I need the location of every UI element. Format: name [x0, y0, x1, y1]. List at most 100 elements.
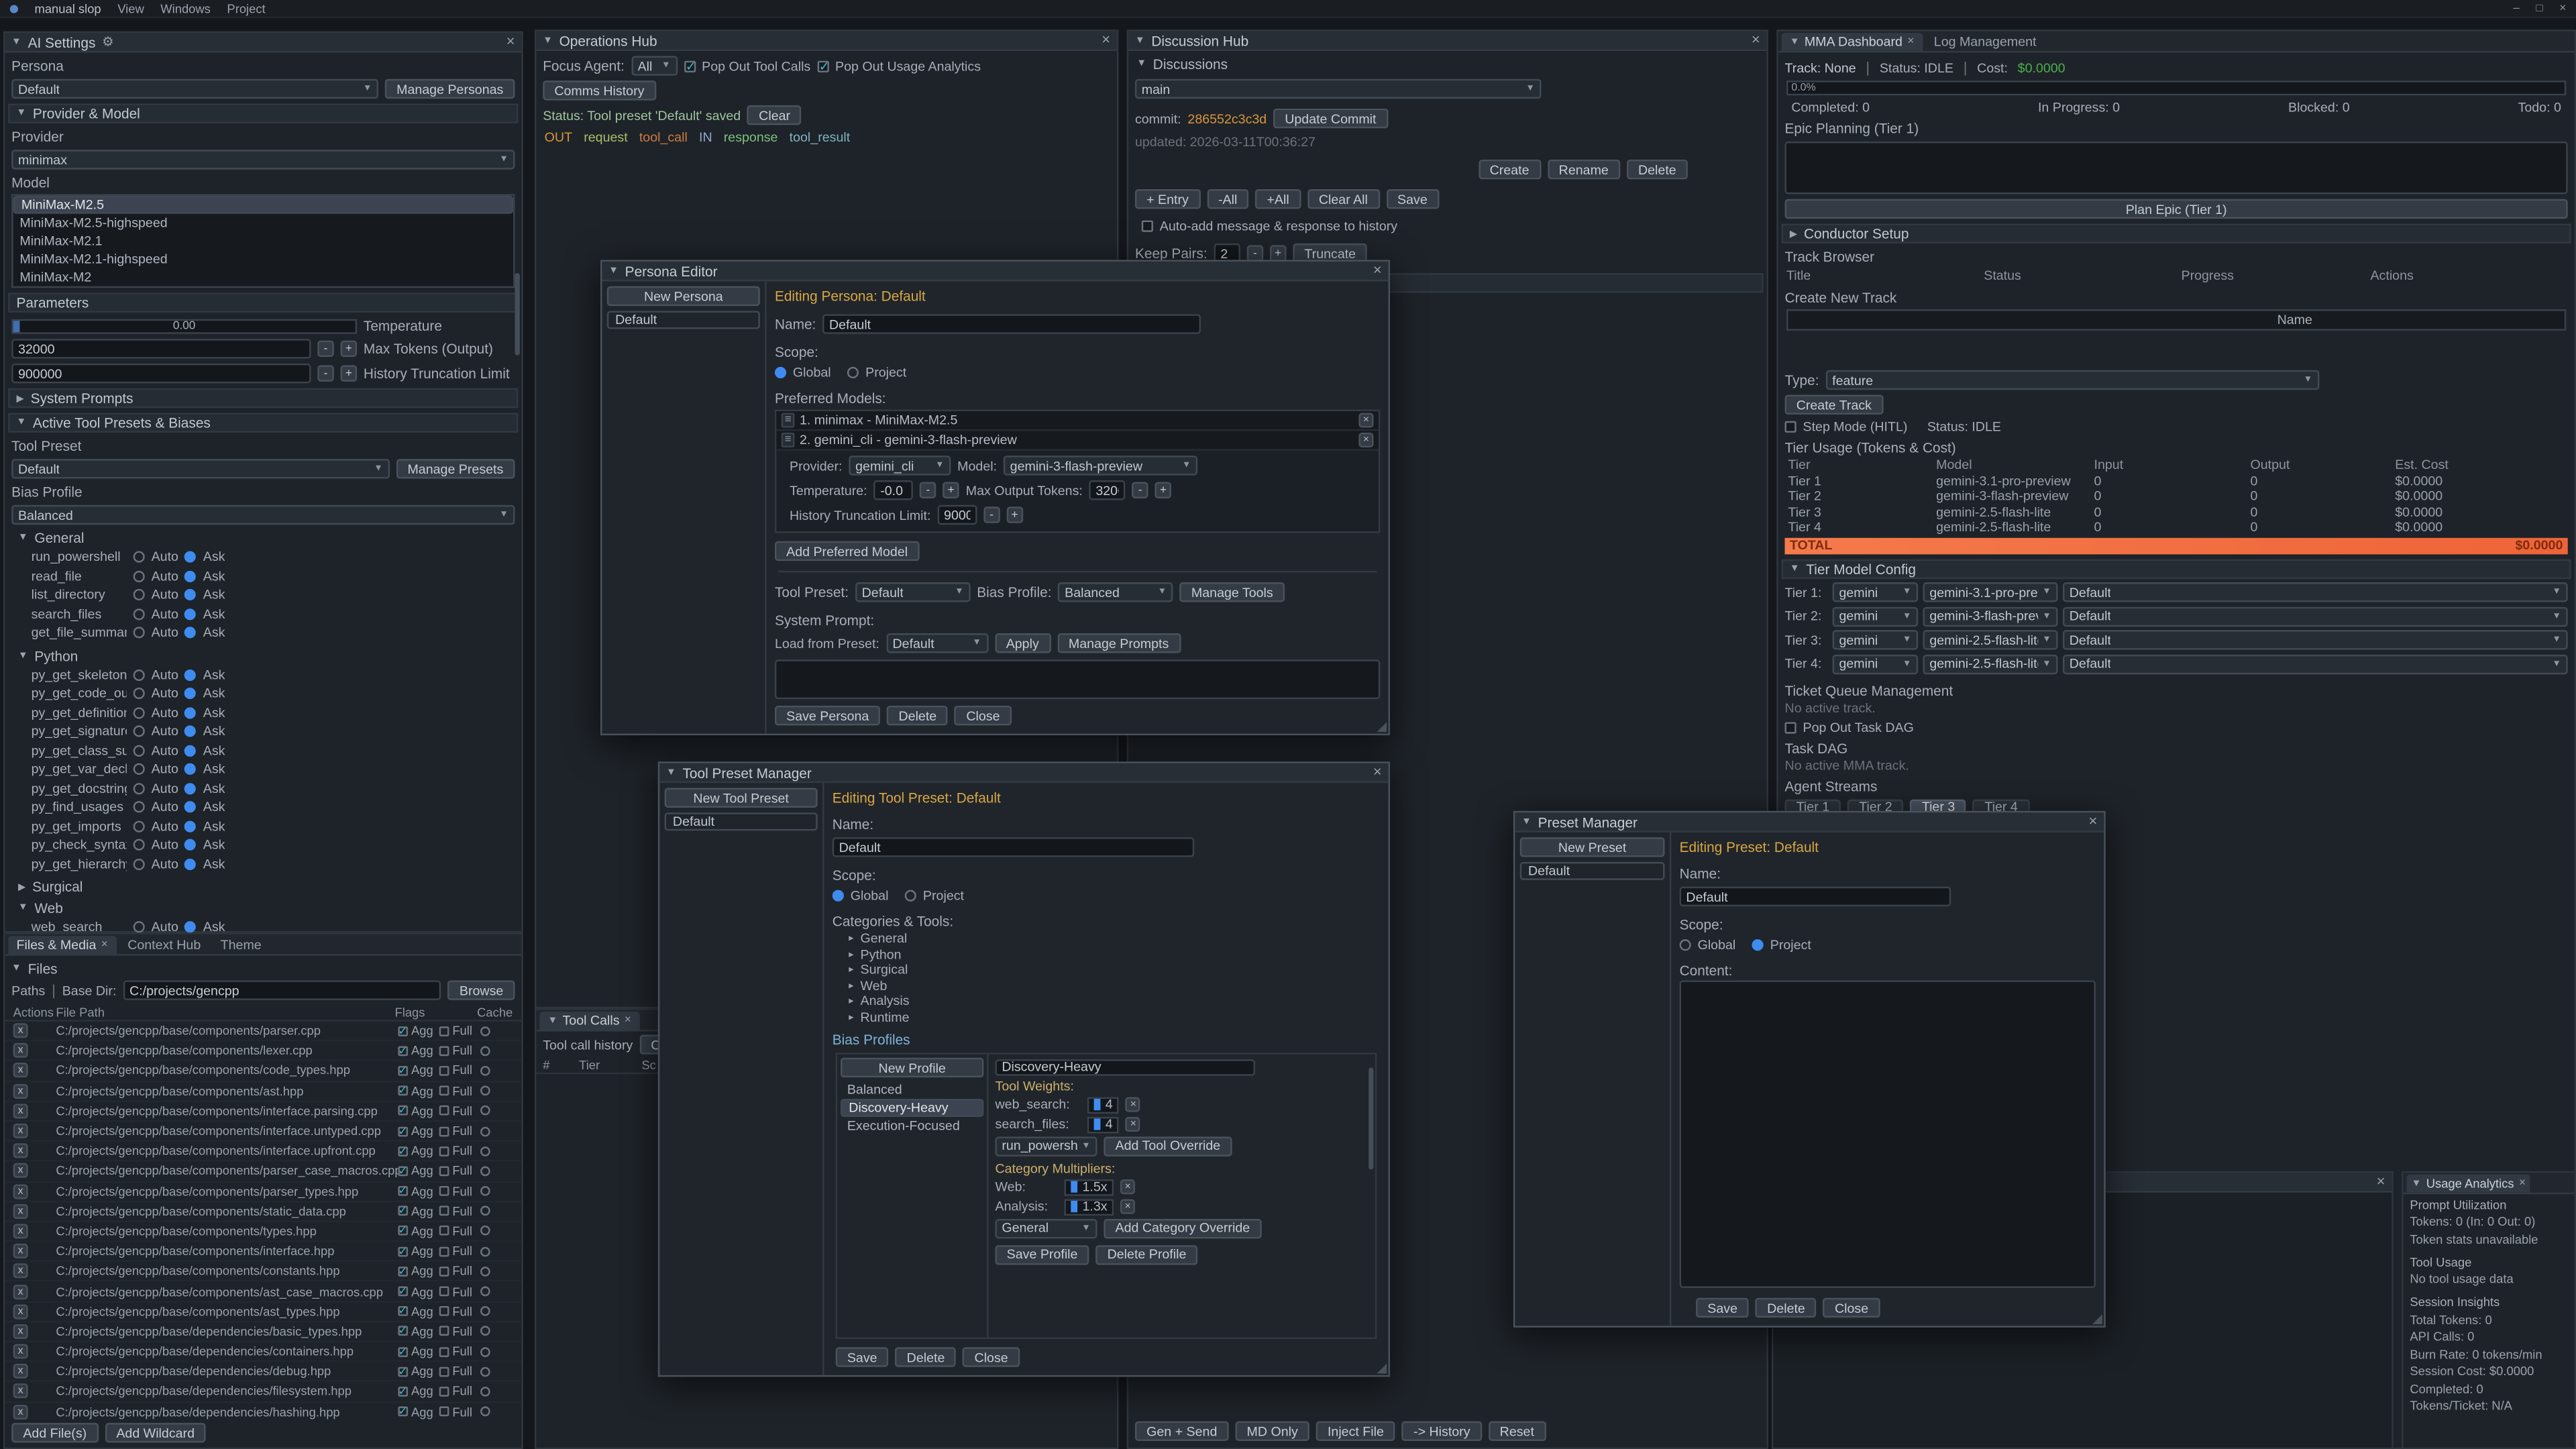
remove-file-button[interactable]: x: [13, 1104, 28, 1118]
md-only-button[interactable]: MD Only: [1235, 1421, 1309, 1441]
preset-manager-header[interactable]: ▼ Preset Manager ×: [1515, 812, 2104, 832]
ask-radio[interactable]: [185, 783, 197, 794]
agg-checkbox[interactable]: [398, 1106, 408, 1116]
tab-context-hub[interactable]: Context Hub: [119, 936, 209, 954]
cache-indicator[interactable]: [480, 1146, 490, 1156]
agg-checkbox[interactable]: [398, 1146, 408, 1156]
popout-task-dag-checkbox[interactable]: [1785, 721, 1796, 733]
tab-mma-dashboard[interactable]: ▼ MMA Dashboard ×: [1782, 33, 1923, 51]
auto-radio[interactable]: [133, 858, 145, 869]
remove-file-button[interactable]: x: [13, 1184, 28, 1199]
agg-checkbox[interactable]: [398, 1166, 408, 1176]
persona-select[interactable]: Default▼: [11, 79, 378, 99]
remove-file-button[interactable]: x: [13, 1284, 28, 1299]
drag-handle-icon[interactable]: ≡: [782, 433, 795, 447]
delete-discussion-button[interactable]: Delete: [1627, 160, 1688, 179]
ask-radio[interactable]: [185, 627, 197, 639]
tab-files-media[interactable]: Files & Media ×: [8, 936, 116, 954]
persona-editor-header[interactable]: ▼ Persona Editor ×: [602, 262, 1388, 281]
remove-file-button[interactable]: x: [13, 1304, 28, 1319]
full-checkbox[interactable]: [439, 1387, 449, 1397]
cache-indicator[interactable]: [480, 1126, 490, 1136]
override-tool-select[interactable]: run_powershell▼: [996, 1136, 1097, 1155]
tab-theme[interactable]: Theme: [212, 936, 270, 954]
full-checkbox[interactable]: [439, 1307, 449, 1317]
add-tool-override-button[interactable]: Add Tool Override: [1104, 1136, 1232, 1155]
remove-file-button[interactable]: x: [13, 1164, 28, 1179]
resize-grip[interactable]: [1377, 722, 1387, 732]
collapse-caret-icon[interactable]: ▼: [666, 767, 676, 777]
cache-indicator[interactable]: [480, 1246, 490, 1256]
expand-caret-icon[interactable]: ▸: [849, 1011, 853, 1022]
auto-radio[interactable]: [133, 688, 145, 700]
base-dir-input[interactable]: [123, 980, 441, 1000]
tier-provider-select[interactable]: gemini▼: [1833, 654, 1919, 674]
model-list-item[interactable]: MiniMax-M2.1: [13, 232, 513, 250]
model-list-item[interactable]: MiniMax-M2.5: [13, 196, 513, 214]
collapse-caret-icon[interactable]: ▼: [548, 1016, 558, 1026]
history-truncation-input[interactable]: [937, 505, 977, 525]
auto-radio[interactable]: [133, 570, 145, 582]
agg-checkbox[interactable]: [398, 1186, 408, 1196]
epic-planning-textarea[interactable]: [1785, 142, 2568, 194]
remove-multiplier-button[interactable]: ×: [1120, 1199, 1135, 1214]
scope-global-radio[interactable]: [1680, 939, 1691, 951]
temperature-input[interactable]: [873, 480, 913, 500]
ai-settings-header[interactable]: ▼ AI Settings ⚙ ×: [5, 33, 521, 52]
clear-status-button[interactable]: Clear: [747, 105, 802, 125]
full-checkbox[interactable]: [439, 1326, 449, 1336]
weight-value-input[interactable]: 4: [1087, 1116, 1120, 1133]
collapse-caret-icon[interactable]: ▼: [18, 533, 28, 543]
provider-select[interactable]: minimax▼: [11, 150, 515, 169]
browse-button[interactable]: Browse: [448, 980, 515, 1000]
full-checkbox[interactable]: [439, 1066, 449, 1076]
operations-hub-header[interactable]: ▼ Operations Hub ×: [536, 32, 1117, 51]
agg-checkbox[interactable]: [398, 1046, 408, 1056]
full-checkbox[interactable]: [439, 1186, 449, 1196]
focus-agent-select[interactable]: All▼: [631, 56, 678, 75]
update-commit-button[interactable]: Update Commit: [1273, 109, 1388, 128]
auto-radio[interactable]: [133, 669, 145, 680]
expand-caret-icon[interactable]: ▸: [849, 965, 853, 976]
add-entry-button[interactable]: + Entry: [1135, 189, 1200, 209]
cache-indicator[interactable]: [480, 1106, 490, 1116]
persona-list-item[interactable]: Default: [607, 311, 760, 329]
inject-file-button[interactable]: Inject File: [1316, 1421, 1395, 1441]
full-checkbox[interactable]: [439, 1146, 449, 1156]
collapse-caret-icon[interactable]: ▼: [11, 37, 21, 47]
delete-preset-button[interactable]: Delete: [1756, 1298, 1817, 1318]
drag-handle-icon[interactable]: ≡: [782, 413, 795, 427]
new-profile-button[interactable]: New Profile: [841, 1058, 983, 1077]
ask-radio[interactable]: [185, 551, 197, 563]
override-category-select[interactable]: General▼: [996, 1218, 1097, 1238]
auto-radio[interactable]: [133, 820, 145, 832]
delete-profile-button[interactable]: Delete Profile: [1095, 1244, 1197, 1264]
increment-button[interactable]: +: [341, 341, 358, 358]
track-type-select[interactable]: feature▼: [1825, 370, 2319, 390]
ask-radio[interactable]: [185, 669, 197, 680]
expand-caret-icon[interactable]: ▸: [849, 996, 853, 1007]
persona-tool-preset-select[interactable]: Default▼: [855, 582, 971, 602]
model-list-item[interactable]: MiniMax-M2: [13, 268, 513, 286]
decrement-button[interactable]: -: [1247, 245, 1264, 262]
remove-file-button[interactable]: x: [13, 1384, 28, 1399]
agg-checkbox[interactable]: [398, 1066, 408, 1076]
auto-radio[interactable]: [133, 608, 145, 620]
collapse-caret-icon[interactable]: ▼: [18, 903, 28, 913]
category-row[interactable]: ▸ Runtime: [849, 1009, 1380, 1024]
tier-model-select[interactable]: gemini-2.5-flash-lite▼: [1923, 654, 2058, 674]
cache-indicator[interactable]: [480, 1407, 490, 1417]
tab-log-management[interactable]: Log Management: [1926, 33, 2045, 51]
collapse-caret-icon[interactable]: ▼: [2412, 1179, 2422, 1189]
auto-radio[interactable]: [133, 551, 145, 563]
tool-preset-select[interactable]: Default▼: [11, 459, 389, 478]
category-row[interactable]: ▸ Web: [849, 978, 1380, 994]
cache-indicator[interactable]: [480, 1267, 490, 1277]
expand-caret-icon[interactable]: ▶: [18, 881, 25, 892]
remove-file-button[interactable]: x: [13, 1124, 28, 1138]
cache-indicator[interactable]: [480, 1046, 490, 1056]
remove-file-button[interactable]: x: [13, 1224, 28, 1238]
remove-weight-button[interactable]: ×: [1126, 1117, 1140, 1132]
decrement-button[interactable]: -: [920, 482, 936, 498]
remove-weight-button[interactable]: ×: [1126, 1097, 1140, 1112]
